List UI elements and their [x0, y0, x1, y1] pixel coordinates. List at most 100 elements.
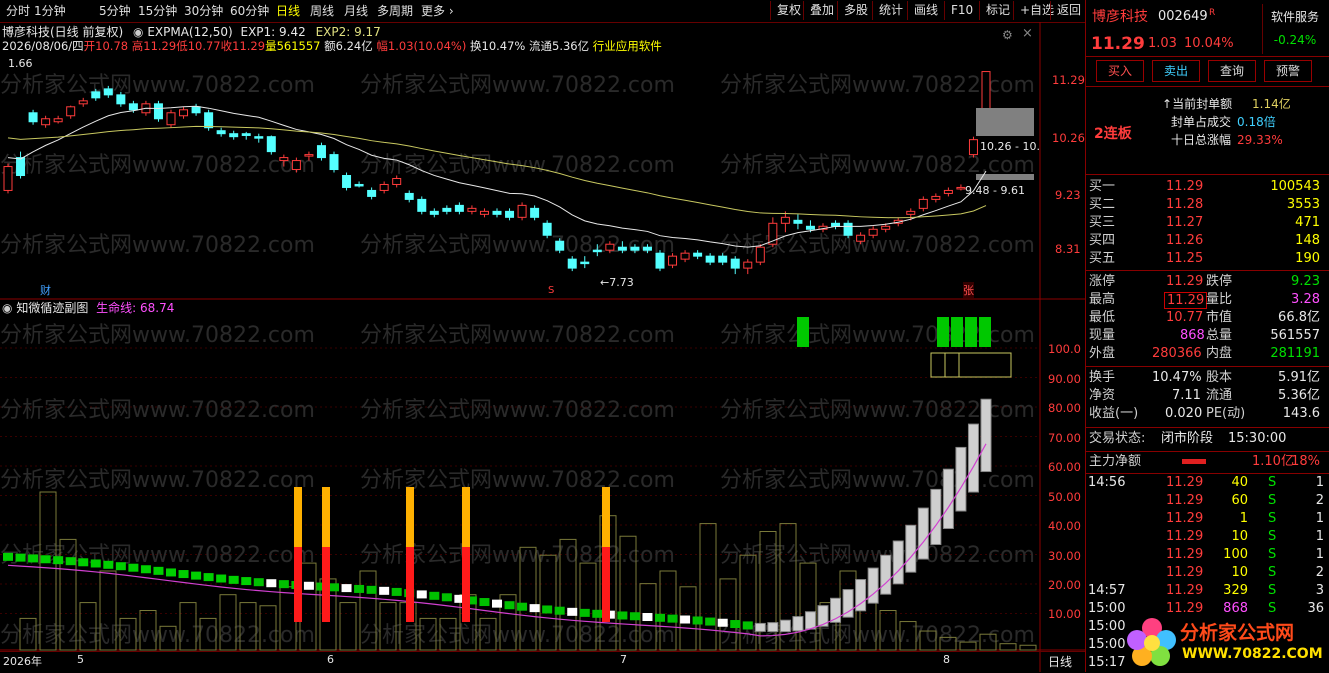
candle-body	[943, 189, 953, 194]
watermark-text: 分析家公式网www.70822.com	[360, 623, 675, 648]
tick-row: 11.29 10 S 2	[1086, 564, 1329, 582]
ribbon-block	[303, 581, 314, 590]
candle-body	[254, 136, 264, 139]
dropdown-icon[interactable]: ◉	[133, 25, 143, 39]
stats-button[interactable]: 统计	[872, 1, 909, 20]
candle-body	[655, 252, 665, 269]
candle-body	[805, 225, 815, 230]
ribbon-block	[892, 540, 904, 585]
tick-volume: 10	[1231, 529, 1248, 544]
ribbon-block	[629, 612, 640, 621]
high-value: 11.29	[1164, 292, 1208, 309]
sell-button[interactable]: 卖出	[1152, 60, 1200, 82]
candle-body	[743, 261, 753, 269]
bid-row[interactable]: 买一 11.29 100543	[1086, 178, 1329, 196]
sub-chart-title[interactable]: 知微循迹副图	[16, 301, 88, 315]
info-low: 低10.77	[176, 39, 221, 53]
ribbon-block	[379, 586, 390, 595]
alert-button[interactable]: 预警	[1264, 60, 1312, 82]
watermark-text: 分析家公式网www.70822.com	[0, 153, 315, 178]
multi-stock-button[interactable]: 多股	[837, 1, 874, 20]
bid-row[interactable]: 买四 11.26 148	[1086, 232, 1329, 250]
candle-body	[191, 106, 201, 114]
candle-body	[3, 166, 13, 191]
candle-body	[166, 112, 176, 126]
ribbon-block	[942, 468, 954, 529]
tick-row: 11.29 1 S 1	[1086, 510, 1329, 528]
tab-more[interactable]: 更多 ›	[421, 2, 454, 20]
candle-body	[429, 210, 439, 215]
marker-cai[interactable]: 财	[40, 282, 51, 298]
pe-label: PE(动)	[1206, 406, 1246, 421]
seal-ratio-value: 0.18倍	[1237, 115, 1276, 129]
watermark-text: 分析家公式网www.70822.com	[360, 233, 675, 258]
sub-dropdown-icon[interactable]: ◉	[2, 301, 12, 315]
sub-y-tick: 50.00	[1048, 490, 1081, 504]
f10-button[interactable]: F10	[944, 1, 979, 20]
tab-daily[interactable]: 日线	[276, 2, 300, 20]
outer-value: 280366	[1152, 346, 1202, 361]
candle-body	[442, 207, 452, 212]
last-price: 11.29	[1091, 34, 1145, 54]
ribbon-block	[90, 559, 101, 568]
stock-code: 002649	[1158, 9, 1208, 24]
mkt-cap-value: 66.8亿	[1278, 310, 1320, 325]
mark-button[interactable]: 标记	[979, 1, 1016, 20]
exp2-value: EXP2: 9.17	[315, 25, 381, 39]
price-row: 11.29 1.03 10.04%	[1086, 32, 1329, 56]
fuquan-button[interactable]: 复权	[770, 1, 807, 20]
ribbon-block	[592, 609, 603, 618]
chart-settings-icon[interactable]: ⚙	[1002, 28, 1013, 42]
ribbon-block	[341, 584, 352, 593]
tab-1min[interactable]: 1分钟	[34, 2, 66, 20]
seal-amount-row: ↑当前封单额 1.14亿	[1086, 95, 1329, 113]
candle-body	[16, 157, 26, 177]
candle-body	[116, 94, 126, 105]
signal-bar-upper	[462, 487, 470, 547]
trade-status-row: 交易状态: 闭市阶段 15:30:00	[1086, 430, 1329, 448]
net-flow-row[interactable]: 主力净额 1.10亿 18%	[1086, 453, 1329, 471]
chart-close-icon[interactable]: ×	[1022, 26, 1033, 41]
candle-body	[755, 246, 765, 263]
float-label: 流通	[1206, 388, 1233, 403]
marker-s[interactable]: S	[548, 285, 554, 296]
tab-60min[interactable]: 60分钟	[230, 2, 269, 20]
ribbon-block	[3, 552, 13, 561]
nav-value: 7.11	[1172, 388, 1201, 403]
marker-zhang[interactable]: 张	[963, 282, 974, 298]
tab-weekly[interactable]: 周线	[310, 2, 334, 20]
tab-30min[interactable]: 30分钟	[184, 2, 223, 20]
marker-high-label: 1.66	[8, 57, 33, 70]
bid-label: 买四	[1089, 233, 1116, 248]
bid-row[interactable]: 买二 11.28 3553	[1086, 196, 1329, 214]
query-button[interactable]: 查询	[1208, 60, 1256, 82]
tab-monthly[interactable]: 月线	[344, 2, 368, 20]
low-label: 最低	[1089, 310, 1116, 325]
watermark-text: 分析家公式网www.70822.com	[0, 323, 315, 348]
overlay-button[interactable]: 叠加	[803, 1, 840, 20]
tab-5min[interactable]: 5分钟	[99, 2, 131, 20]
tick-side: S	[1268, 529, 1277, 544]
bid-row[interactable]: 买三 11.27 471	[1086, 214, 1329, 232]
signal-bar-lower	[406, 547, 414, 622]
tab-multi-period[interactable]: 多周期	[377, 2, 413, 20]
ribbon-block	[479, 598, 490, 607]
draw-button[interactable]: 画线	[907, 1, 944, 20]
indicator-name[interactable]: EXPMA(12,50)	[147, 25, 232, 39]
candle-body	[279, 157, 289, 162]
bid-row[interactable]: 买五 11.25 190	[1086, 250, 1329, 268]
tab-15min[interactable]: 15分钟	[138, 2, 177, 20]
brand-logo: 分析家公式网 WWW.70822.COM	[1120, 612, 1329, 670]
back-button[interactable]: 返回	[1050, 1, 1087, 20]
candle-body	[831, 222, 841, 227]
bid-price: 11.25	[1166, 251, 1204, 266]
ribbon-block	[216, 574, 227, 583]
ribbon-block	[391, 587, 402, 596]
info-date: 2026/08/06/四	[2, 39, 84, 53]
ribbon-block	[880, 554, 892, 595]
candle-body	[266, 136, 276, 153]
buy-button[interactable]: 买入	[1096, 60, 1144, 82]
sector-name: 软件服务	[1270, 10, 1319, 24]
ribbon-block	[917, 507, 929, 560]
tab-fenshi[interactable]: 分时	[6, 2, 30, 20]
